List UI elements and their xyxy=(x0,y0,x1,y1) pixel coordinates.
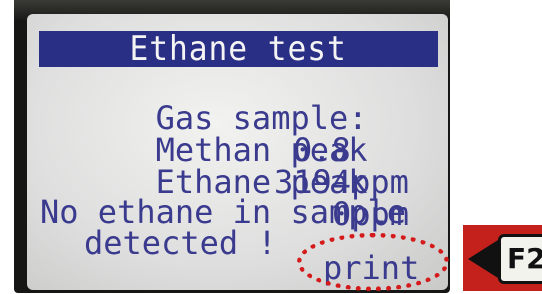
f2-key[interactable]: F2 xyxy=(498,234,542,284)
ethane-peak-row: Ethane peak 0ppm xyxy=(40,134,409,230)
result-message-line2: detected ! xyxy=(84,224,277,262)
screen-title: Ethane test xyxy=(129,29,348,69)
arrow-left-icon xyxy=(468,240,498,278)
gas-sample-row: Gas sample: 0.8 xyxy=(40,70,368,166)
methane-peak-row: Methan peak 3194ppm xyxy=(40,102,409,198)
highlight-circle xyxy=(297,233,449,291)
title-bar: Ethane test xyxy=(39,31,438,67)
